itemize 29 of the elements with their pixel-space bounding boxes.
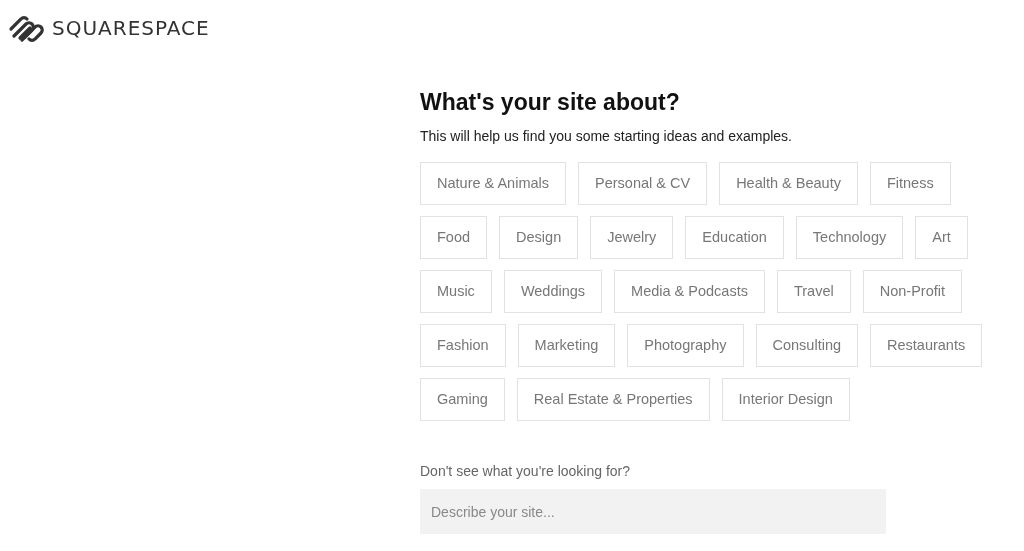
topic-option[interactable]: Consulting (755, 324, 858, 367)
topic-option[interactable]: Restaurants (870, 324, 983, 367)
topic-option[interactable]: Fitness (869, 162, 951, 205)
page-subtitle: This will help us find you some starting ideas and examples. (420, 127, 793, 146)
topic-option[interactable]: Media & Podcasts (614, 270, 765, 313)
topic-option[interactable]: Non-Profit (862, 270, 962, 313)
logo-icon (8, 14, 44, 42)
topic-option[interactable]: Music (420, 270, 492, 313)
topic-option[interactable]: Education (685, 216, 784, 259)
topic-option[interactable]: Travel (776, 270, 851, 313)
topic-option[interactable]: Gaming (420, 378, 505, 421)
topic-option[interactable]: Food (420, 216, 488, 259)
brand-name: SQUARESPACE (52, 15, 210, 42)
topic-option[interactable]: Fashion (420, 324, 506, 367)
topic-option[interactable]: Nature & Animals (420, 162, 567, 205)
topic-option[interactable]: Real Estate & Properties (516, 378, 710, 421)
topic-option[interactable]: Art (915, 216, 968, 259)
topic-option[interactable]: Health & Beauty (719, 162, 858, 205)
topic-option[interactable]: Photography (627, 324, 744, 367)
topic-option[interactable]: Jewelry (590, 216, 674, 259)
describe-site-field[interactable]: Describe your site... (420, 489, 886, 534)
topic-option[interactable]: Technology (795, 216, 904, 259)
topic-option[interactable]: Marketing (517, 324, 616, 367)
topic-option[interactable]: Design (499, 216, 579, 259)
topic-option[interactable]: Weddings (503, 270, 603, 313)
topic-option[interactable]: Interior Design (721, 378, 850, 421)
topic-option[interactable]: Personal & CV (578, 162, 708, 205)
custom-topic-label: Don't see what you're looking for? (420, 462, 632, 481)
page-heading: What's your site about? (420, 88, 681, 116)
